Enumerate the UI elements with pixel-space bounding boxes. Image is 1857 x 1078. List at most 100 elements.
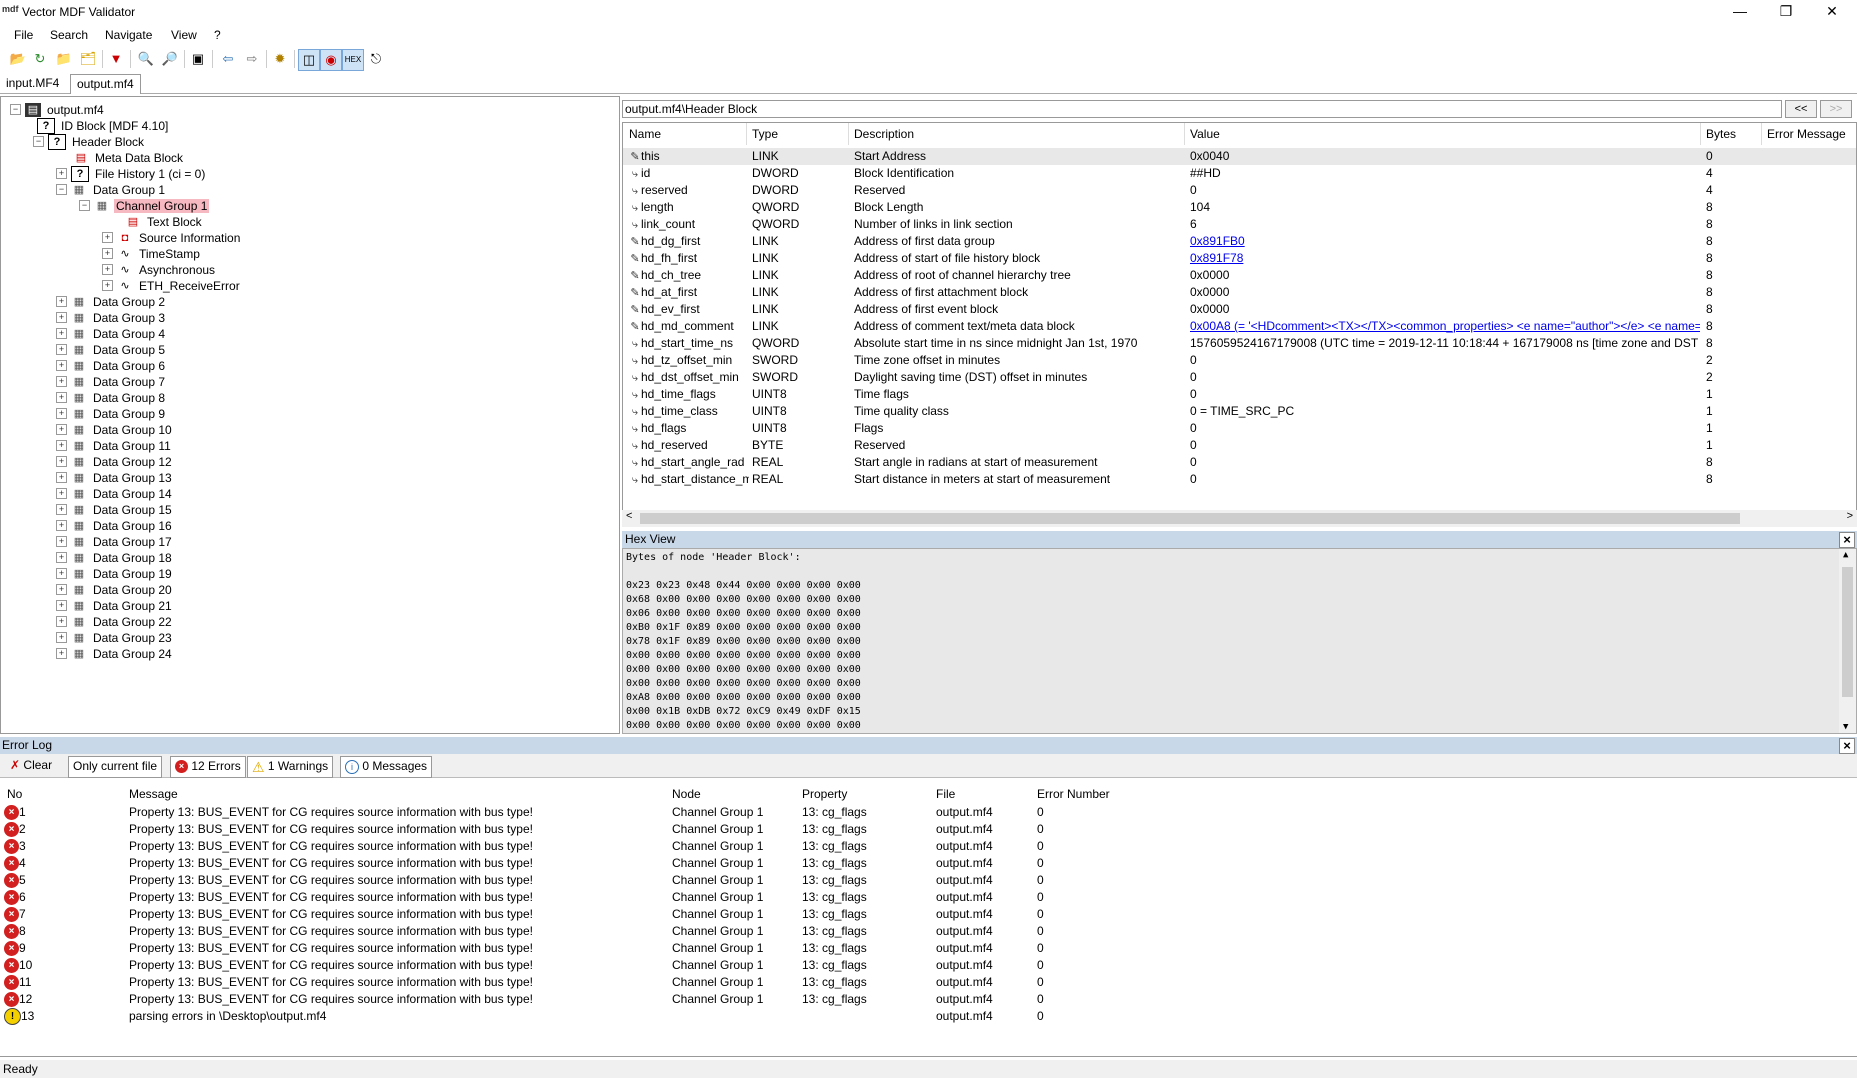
toggle-split-icon[interactable]: ◫ xyxy=(298,49,320,71)
close-hex-view-icon[interactable]: × xyxy=(1839,532,1855,548)
error-row[interactable]: × 9 Property 13: BUS_EVENT for CG requires… xyxy=(0,940,1857,957)
property-row[interactable]: ⤷ length QWORD Block Length 104 8 xyxy=(623,199,1856,216)
property-value[interactable]: 0x891F78 xyxy=(1190,250,1700,267)
only-current-file-button[interactable]: Only current file xyxy=(68,756,163,778)
scroll-right-icon[interactable]: > xyxy=(1847,510,1853,522)
tree-node-header-block[interactable]: −? Header Block xyxy=(33,133,146,150)
col-error-message[interactable]: Error Message xyxy=(1767,127,1846,141)
window-icon[interactable]: ▣ xyxy=(188,49,208,69)
property-row[interactable]: ⤷ hd_tz_offset_min SWORD Time zone offset i… xyxy=(623,352,1856,369)
property-row[interactable]: ⤷ hd_reserved BYTE Reserved 0 1 xyxy=(623,437,1856,454)
back-arrow-icon[interactable]: ⇦ xyxy=(218,49,238,69)
validate-icon[interactable]: ▼ xyxy=(106,49,126,69)
expand-toggle-icon[interactable]: + xyxy=(56,504,67,516)
toggle-errors-icon[interactable]: ◉ xyxy=(320,49,342,71)
property-row[interactable]: ✎this LINK Start Address 0x0040 0 xyxy=(623,148,1856,165)
expand-toggle-icon[interactable]: + xyxy=(56,600,67,612)
open-folder-icon[interactable]: 📂 xyxy=(8,49,28,69)
col-file[interactable]: File xyxy=(936,787,955,801)
tree-node-data-group[interactable]: + ▦ Data Group 24 xyxy=(56,645,174,661)
property-row[interactable]: ⤷ hd_start_distance_m REAL Start distance i… xyxy=(623,471,1856,488)
expand-toggle-icon[interactable]: + xyxy=(56,328,67,340)
expand-toggle-icon[interactable]: + xyxy=(56,632,67,644)
expand-toggle-icon[interactable]: + xyxy=(56,472,67,484)
menu-file[interactable]: File xyxy=(14,28,33,42)
property-row[interactable]: ⤷ hd_dst_offset_min SWORD Daylight saving t… xyxy=(623,369,1856,386)
expand-toggle-icon[interactable]: + xyxy=(56,376,67,388)
menu-view[interactable]: View xyxy=(171,28,197,42)
tree-node-data-group[interactable]: + ▦ Data Group 17 xyxy=(56,533,174,549)
scroll-up-icon[interactable]: ▲ xyxy=(1843,550,1848,560)
tree-node-channel-group-1[interactable]: − ▦ Channel Group 1 xyxy=(79,197,210,213)
expand-toggle-icon[interactable]: + xyxy=(56,440,67,452)
vertical-scrollbar[interactable]: ▲ ▼ xyxy=(1839,549,1856,733)
tree-node-id-block[interactable]: ? ID Block [MDF 4.10] xyxy=(33,117,170,134)
col-property[interactable]: Property xyxy=(802,787,847,801)
tree-node-root[interactable]: − ▤ output.mf4 xyxy=(10,101,106,117)
tree-node-data-group[interactable]: + ▦ Data Group 18 xyxy=(56,549,174,565)
tree-node-file-history[interactable]: +? File History 1 (ci = 0) xyxy=(56,165,207,182)
errors-filter-button[interactable]: × 12 Errors xyxy=(170,756,246,778)
expand-toggle-icon[interactable]: + xyxy=(56,312,67,324)
col-node[interactable]: Node xyxy=(672,787,701,801)
tree-node-asynchronous[interactable]: + ∿ Asynchronous xyxy=(102,261,217,277)
property-row[interactable]: ⤷ reserved DWORD Reserved 0 4 xyxy=(623,182,1856,199)
nav-prev-button[interactable]: << xyxy=(1785,100,1817,118)
col-name[interactable]: Name xyxy=(629,127,661,141)
tab-input-file[interactable]: input.MF4 xyxy=(0,74,65,93)
expand-toggle-icon[interactable]: + xyxy=(56,168,67,180)
warnings-filter-button[interactable]: ⚠ 1 Warnings xyxy=(247,756,334,778)
tree-node-data-group[interactable]: + ▦ Data Group 4 xyxy=(56,325,167,341)
col-description[interactable]: Description xyxy=(854,127,914,141)
expand-toggle-icon[interactable]: + xyxy=(56,408,67,420)
expand-toggle-icon[interactable]: + xyxy=(56,648,67,660)
expand-toggle-icon[interactable]: + xyxy=(56,536,67,548)
tree-node-data-group[interactable]: + ▦ Data Group 15 xyxy=(56,501,174,517)
tree-node-data-group[interactable]: + ▦ Data Group 9 xyxy=(56,405,167,421)
collapse-toggle-icon[interactable]: − xyxy=(10,104,21,116)
collapse-toggle-icon[interactable]: − xyxy=(56,184,67,196)
tree-node-meta-data-block[interactable]: ▤ Meta Data Block xyxy=(69,149,185,165)
tree-node-source-information[interactable]: + ◘ Source Information xyxy=(102,229,242,245)
zoom-icon[interactable]: ⎋ xyxy=(366,49,386,69)
error-row[interactable]: × 8 Property 13: BUS_EVENT for CG requires… xyxy=(0,923,1857,940)
error-row[interactable]: × 5 Property 13: BUS_EVENT for CG requires… xyxy=(0,872,1857,889)
error-row[interactable]: × 4 Property 13: BUS_EVENT for CG requires… xyxy=(0,855,1857,872)
nav-next-button[interactable]: >> xyxy=(1820,100,1852,118)
col-bytes[interactable]: Bytes xyxy=(1706,127,1736,141)
property-row[interactable]: ⤷ id DWORD Block Identification ##HD 4 xyxy=(623,165,1856,182)
tree-node-data-group[interactable]: + ▦ Data Group 22 xyxy=(56,613,174,629)
horizontal-scrollbar[interactable]: < > xyxy=(622,510,1857,527)
expand-toggle-icon[interactable]: + xyxy=(102,248,113,260)
property-value[interactable]: 0x00A8 (= '<HDcomment><TX></TX><common_p… xyxy=(1190,318,1700,335)
property-row[interactable]: ⤷ hd_start_time_ns QWORD Absolute start tim… xyxy=(623,335,1856,352)
expand-toggle-icon[interactable]: + xyxy=(56,360,67,372)
maximize-button[interactable]: ❐ xyxy=(1763,0,1809,24)
collapse-toggle-icon[interactable]: − xyxy=(33,136,44,148)
tree-node-data-group[interactable]: + ▦ Data Group 12 xyxy=(56,453,174,469)
error-row[interactable]: × 2 Property 13: BUS_EVENT for CG requires… xyxy=(0,821,1857,838)
col-value[interactable]: Value xyxy=(1190,127,1220,141)
expand-toggle-icon[interactable]: + xyxy=(56,552,67,564)
settings-icon[interactable]: ✹ xyxy=(270,49,290,69)
open-file-icon[interactable]: 📁 xyxy=(54,49,74,69)
scroll-thumb[interactable] xyxy=(640,513,1740,524)
close-error-log-icon[interactable]: × xyxy=(1839,738,1855,754)
col-no[interactable]: No xyxy=(7,787,22,801)
toggle-hex-icon[interactable]: HEX xyxy=(342,49,364,71)
expand-toggle-icon[interactable]: + xyxy=(56,296,67,308)
menu-search[interactable]: Search xyxy=(50,28,88,42)
error-row[interactable]: × 10 Property 13: BUS_EVENT for CG require… xyxy=(0,957,1857,974)
property-row[interactable]: ⤷ hd_time_class UINT8 Time quality class 0 =… xyxy=(623,403,1856,420)
expand-toggle-icon[interactable]: + xyxy=(56,568,67,580)
tree-node-eth-receive-error[interactable]: + ∿ ETH_ReceiveError xyxy=(102,277,242,293)
tree-node-data-group[interactable]: + ▦ Data Group 5 xyxy=(56,341,167,357)
expand-toggle-icon[interactable]: + xyxy=(102,232,113,244)
property-row[interactable]: ✎hd_dg_first LINK Address of first data gr… xyxy=(623,233,1856,250)
scroll-left-icon[interactable]: < xyxy=(626,510,632,522)
expand-toggle-icon[interactable]: + xyxy=(102,280,113,292)
error-row[interactable]: × 6 Property 13: BUS_EVENT for CG requires… xyxy=(0,889,1857,906)
close-button[interactable]: ✕ xyxy=(1809,0,1855,24)
tree-node-data-group[interactable]: + ▦ Data Group 8 xyxy=(56,389,167,405)
error-row[interactable]: ! 13 parsing errors in \Desktop\output.mf4… xyxy=(0,1008,1857,1026)
